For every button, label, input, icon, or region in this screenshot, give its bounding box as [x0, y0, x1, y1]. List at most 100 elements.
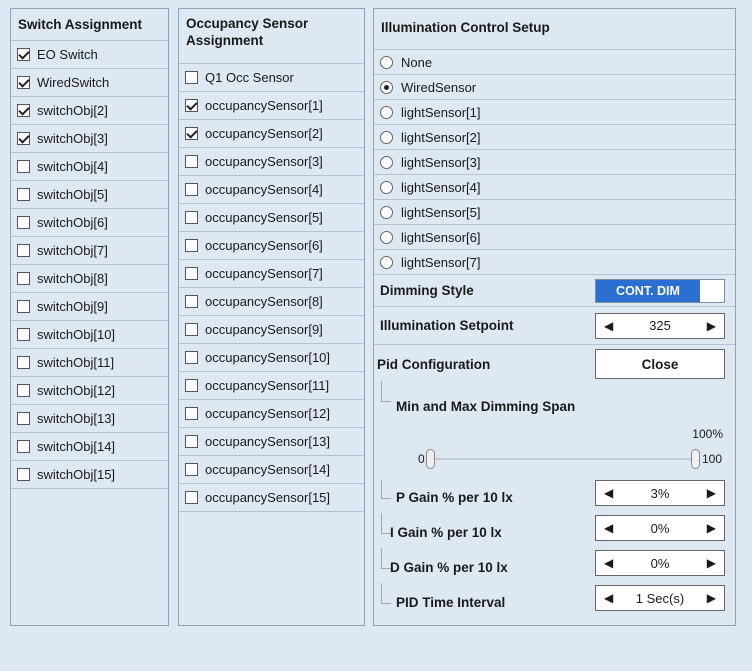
radio-button[interactable]	[380, 255, 393, 269]
occupancy-sensor-item[interactable]: occupancySensor[5]	[179, 204, 364, 232]
occupancy-sensor-item[interactable]: occupancySensor[6]	[179, 232, 364, 260]
illumination-option[interactable]: lightSensor[4]	[374, 175, 735, 200]
switch-item[interactable]: switchObj[8]	[11, 265, 168, 293]
p-gain-decrement-icon[interactable]: ◀	[604, 486, 613, 500]
checkbox[interactable]	[17, 384, 30, 397]
checkbox[interactable]	[185, 323, 198, 336]
checkbox[interactable]	[185, 99, 198, 112]
switch-item[interactable]: WiredSwitch	[11, 69, 168, 97]
d-gain-increment-icon[interactable]: ▶	[707, 556, 716, 570]
switch-item[interactable]: switchObj[13]	[11, 405, 168, 433]
radio-button[interactable]	[380, 180, 393, 194]
checkbox[interactable]	[17, 132, 30, 145]
switch-item[interactable]: switchObj[2]	[11, 97, 168, 125]
checkbox[interactable]	[185, 71, 198, 84]
occupancy-sensor-item[interactable]: Q1 Occ Sensor	[179, 64, 364, 92]
checkbox[interactable]	[185, 295, 198, 308]
illumination-option[interactable]: None	[374, 50, 735, 75]
checkbox[interactable]	[17, 48, 30, 61]
checkbox[interactable]	[185, 239, 198, 252]
checkbox[interactable]	[185, 435, 198, 448]
illumination-option[interactable]: lightSensor[6]	[374, 225, 735, 250]
checkbox[interactable]	[17, 328, 30, 341]
setpoint-decrement-icon[interactable]: ◀	[604, 319, 613, 333]
checkbox[interactable]	[17, 356, 30, 369]
occupancy-sensor-item[interactable]: occupancySensor[4]	[179, 176, 364, 204]
switch-item[interactable]: switchObj[15]	[11, 461, 168, 489]
checkbox[interactable]	[185, 407, 198, 420]
checkbox[interactable]	[185, 155, 198, 168]
checkbox[interactable]	[185, 351, 198, 364]
checkbox[interactable]	[17, 468, 30, 481]
illumination-option[interactable]: lightSensor[1]	[374, 100, 735, 125]
switch-item[interactable]: switchObj[12]	[11, 377, 168, 405]
span-slider-track	[432, 458, 694, 460]
i-gain-decrement-icon[interactable]: ◀	[604, 521, 613, 535]
d-gain-decrement-icon[interactable]: ◀	[604, 556, 613, 570]
switch-item[interactable]: EO Switch	[11, 41, 168, 69]
pid-close-button[interactable]: Close	[595, 349, 725, 379]
checkbox[interactable]	[185, 267, 198, 280]
illumination-option[interactable]: lightSensor[3]	[374, 150, 735, 175]
checkbox[interactable]	[185, 211, 198, 224]
occupancy-sensor-item[interactable]: occupancySensor[2]	[179, 120, 364, 148]
radio-button[interactable]	[380, 205, 393, 219]
illumination-option[interactable]: WiredSensor	[374, 75, 735, 100]
checkbox[interactable]	[185, 379, 198, 392]
switch-item[interactable]: switchObj[6]	[11, 209, 168, 237]
checkbox[interactable]	[185, 183, 198, 196]
switch-item-label: switchObj[6]	[37, 215, 108, 230]
occupancy-sensor-item[interactable]: occupancySensor[11]	[179, 372, 364, 400]
switch-item[interactable]: switchObj[10]	[11, 321, 168, 349]
checkbox[interactable]	[17, 188, 30, 201]
checkbox[interactable]	[17, 440, 30, 453]
checkbox[interactable]	[185, 127, 198, 140]
checkbox[interactable]	[17, 104, 30, 117]
radio-button[interactable]	[380, 55, 393, 69]
switch-item[interactable]: switchObj[5]	[11, 181, 168, 209]
setpoint-increment-icon[interactable]: ▶	[707, 319, 716, 333]
radio-button[interactable]	[380, 155, 393, 169]
occupancy-sensor-item[interactable]: occupancySensor[10]	[179, 344, 364, 372]
switch-item[interactable]: switchObj[11]	[11, 349, 168, 377]
p-gain-increment-icon[interactable]: ▶	[707, 486, 716, 500]
switch-item[interactable]: switchObj[14]	[11, 433, 168, 461]
occupancy-sensor-item[interactable]: occupancySensor[15]	[179, 484, 364, 512]
illumination-option[interactable]: lightSensor[7]	[374, 250, 735, 275]
dimming-style-toggle[interactable]: CONT. DIM	[595, 278, 725, 303]
occupancy-sensor-item[interactable]: occupancySensor[13]	[179, 428, 364, 456]
checkbox[interactable]	[17, 244, 30, 257]
checkbox[interactable]	[17, 76, 30, 89]
switch-item[interactable]: switchObj[7]	[11, 237, 168, 265]
checkbox[interactable]	[17, 300, 30, 313]
checkbox[interactable]	[17, 160, 30, 173]
interval-increment-icon[interactable]: ▶	[707, 591, 716, 605]
occupancy-sensor-item[interactable]: occupancySensor[3]	[179, 148, 364, 176]
occupancy-sensor-item[interactable]: occupancySensor[1]	[179, 92, 364, 120]
checkbox[interactable]	[17, 272, 30, 285]
p-gain-stepper: ◀ 3% ▶	[595, 480, 725, 506]
interval-decrement-icon[interactable]: ◀	[604, 591, 613, 605]
illumination-option[interactable]: lightSensor[5]	[374, 200, 735, 225]
occupancy-sensor-item[interactable]: occupancySensor[12]	[179, 400, 364, 428]
checkbox[interactable]	[185, 491, 198, 504]
illumination-option[interactable]: lightSensor[2]	[374, 125, 735, 150]
occupancy-sensor-item[interactable]: occupancySensor[7]	[179, 260, 364, 288]
i-gain-increment-icon[interactable]: ▶	[707, 521, 716, 535]
checkbox[interactable]	[185, 463, 198, 476]
occupancy-sensor-item[interactable]: occupancySensor[14]	[179, 456, 364, 484]
occupancy-sensor-title: Occupancy Sensor Assignment	[179, 9, 364, 64]
occupancy-sensor-item[interactable]: occupancySensor[9]	[179, 316, 364, 344]
switch-item[interactable]: switchObj[9]	[11, 293, 168, 321]
switch-item[interactable]: switchObj[3]	[11, 125, 168, 153]
radio-button[interactable]	[380, 230, 393, 244]
occupancy-sensor-item[interactable]: occupancySensor[8]	[179, 288, 364, 316]
switch-item[interactable]: switchObj[4]	[11, 153, 168, 181]
radio-button[interactable]	[380, 105, 393, 119]
span-max-handle[interactable]	[691, 449, 700, 469]
checkbox[interactable]	[17, 216, 30, 229]
radio-button[interactable]	[380, 130, 393, 144]
radio-button[interactable]	[380, 80, 393, 94]
checkbox[interactable]	[17, 412, 30, 425]
span-min-handle[interactable]	[426, 449, 435, 469]
